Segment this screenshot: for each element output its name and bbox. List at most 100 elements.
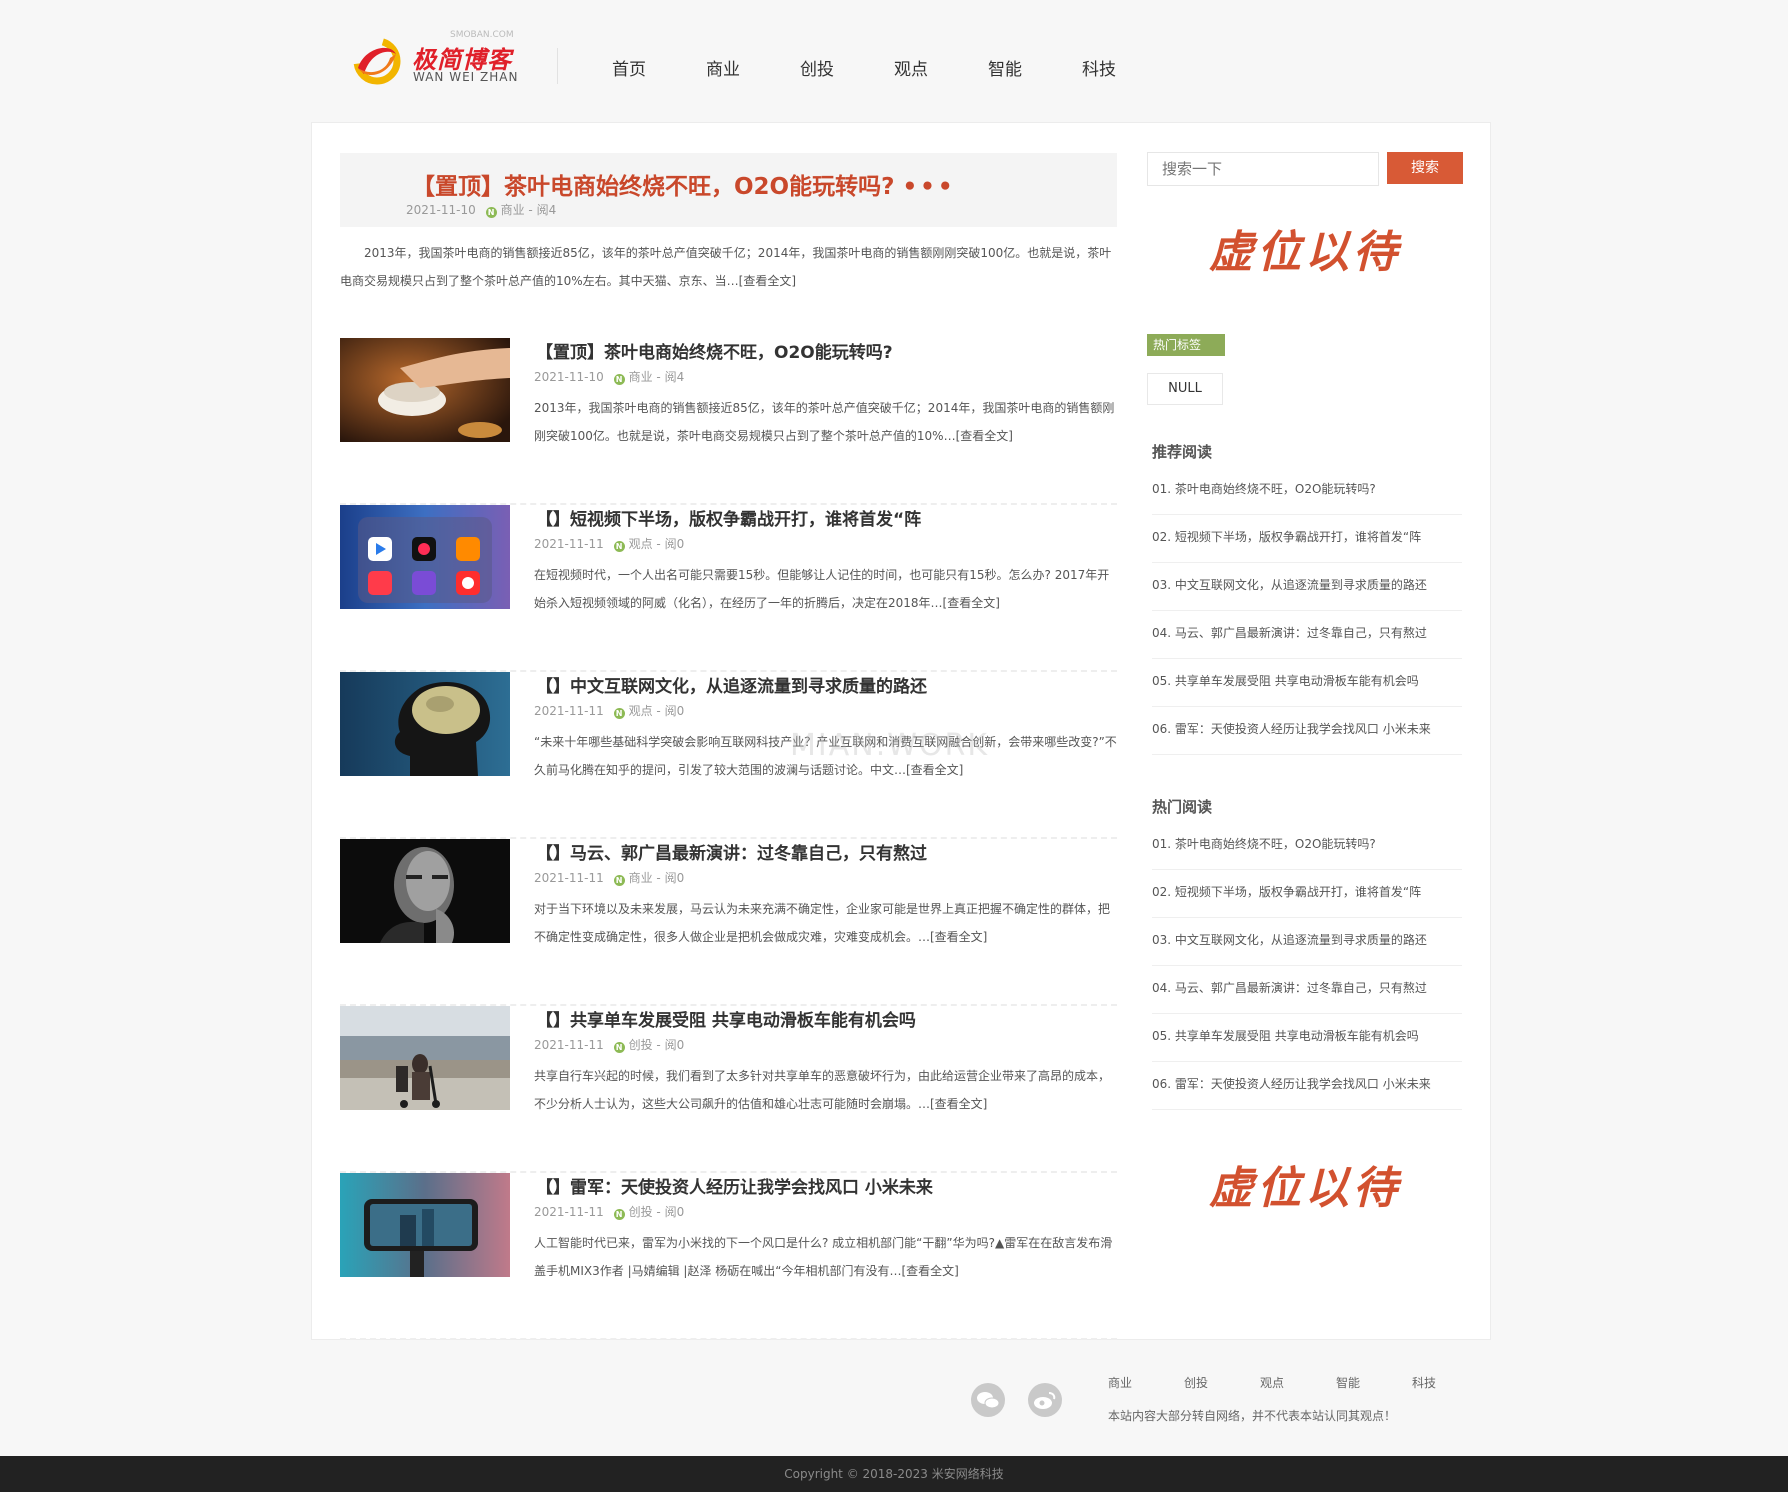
article-item: 【】共享单车发展受阻 共享电动滑板车能有机会吗 2021-11-11 N 创投 -… — [340, 1006, 1117, 1173]
popular-item[interactable]: 03. 中文互联网文化，从追逐流量到寻求质量的路还 — [1152, 918, 1462, 966]
recommended-item[interactable]: 01. 茶叶电商始终烧不旺，O2O能玩转吗? — [1152, 467, 1462, 515]
popular-list: 01. 茶叶电商始终烧不旺，O2O能玩转吗? 02. 短视频下半场，版权争霸战开… — [1152, 822, 1462, 1110]
article-date: 2021-11-11 — [534, 704, 604, 718]
popular-item[interactable]: 06. 雷军：天使投资人经历让我学会找风口 小米未来 — [1152, 1062, 1462, 1110]
meta-separator: - — [656, 370, 665, 384]
meta-separator: - — [656, 1038, 665, 1052]
nav-item-intelligence[interactable]: 智能 — [988, 55, 1082, 80]
footer-link-tech[interactable]: 科技 — [1412, 1374, 1488, 1391]
article-views: 阅0 — [664, 1205, 685, 1219]
scooter-image — [340, 1006, 510, 1110]
copyright-bar: Copyright © 2018-2023 米安网络科技 — [0, 1456, 1788, 1492]
article-title[interactable]: 【】短视频下半场，版权争霸战开打，谁将首发“阵 — [536, 505, 921, 530]
nav-item-home[interactable]: 首页 — [612, 55, 706, 80]
article-category[interactable]: 商业 — [629, 370, 653, 384]
article-views: 阅4 — [664, 370, 685, 384]
article-title[interactable]: 【】雷军：天使投资人经历让我学会找风口 小米未来 — [536, 1173, 933, 1198]
article-meta: 2021-11-11 N 观点 - 阅0 — [534, 702, 684, 719]
article-title[interactable]: 【】马云、郭广昌最新演讲：过冬靠自己，只有熬过 — [536, 839, 927, 864]
article-excerpt: 人工智能时代已来，雷军为小米找的下一个风口是什么? 成立相机部门能“干翻”华为吗… — [534, 1236, 1113, 1278]
article-category[interactable]: 观点 — [629, 704, 653, 718]
article-category[interactable]: 创投 — [629, 1205, 653, 1219]
article-meta: 2021-11-10 N 商业 - 阅4 — [534, 368, 684, 385]
article-thumbnail-scooter[interactable] — [340, 1006, 510, 1110]
recommended-item[interactable]: 05. 共享单车发展受阻 共享电动滑板车能有机会吗 — [1152, 659, 1462, 707]
weibo-icon[interactable] — [1028, 1383, 1062, 1417]
site-logo[interactable]: SMOBAN.COM 极简博客 WAN WEI ZHAN — [350, 30, 520, 90]
article-date: 2021-11-10 — [534, 370, 604, 384]
popular-item[interactable]: 01. 茶叶电商始终烧不旺，O2O能玩转吗? — [1152, 822, 1462, 870]
ad-placeholder[interactable]: 虚位以待 — [1147, 1149, 1463, 1229]
footer-link-business[interactable]: 商业 — [1108, 1374, 1184, 1391]
footer-link-venture[interactable]: 创投 — [1184, 1374, 1260, 1391]
portrait-image — [340, 839, 510, 943]
nav-item-opinion[interactable]: 观点 — [894, 55, 988, 80]
article-thumbnail-phone[interactable] — [340, 1173, 510, 1277]
search-input[interactable] — [1147, 152, 1379, 186]
search-button[interactable]: 搜索 — [1387, 152, 1463, 184]
recommended-item[interactable]: 06. 雷军：天使投资人经历让我学会找风口 小米未来 — [1152, 707, 1462, 755]
article-thumbnail-tea[interactable] — [340, 338, 510, 442]
article-meta: 2021-11-11 N 商业 - 阅0 — [534, 869, 684, 886]
pinned-category[interactable]: 商业 — [501, 203, 525, 217]
article-category[interactable]: 观点 — [629, 537, 653, 551]
article-excerpt: 2013年，我国茶叶电商的销售额接近85亿，该年的茶叶总产值突破千亿；2014年… — [534, 401, 1115, 443]
article-views: 阅0 — [664, 871, 685, 885]
logo-swirl-icon — [353, 37, 401, 85]
article-category[interactable]: 创投 — [629, 1038, 653, 1052]
category-icon: N — [613, 875, 625, 886]
meta-separator: - — [656, 871, 665, 885]
more-dots-icon: ••• — [902, 174, 956, 200]
pinned-title[interactable]: 【置顶】茶叶电商始终烧不旺，O2O能玩转吗? ••• — [412, 167, 956, 201]
article-thumbnail-portrait[interactable] — [340, 839, 510, 943]
popular-item[interactable]: 05. 共享单车发展受阻 共享电动滑板车能有机会吗 — [1152, 1014, 1462, 1062]
footer-nav: 商业 创投 观点 智能 科技 — [1108, 1374, 1488, 1391]
recommended-item[interactable]: 04. 马云、郭广昌最新演讲：过冬靠自己，只有熬过 — [1152, 611, 1462, 659]
footer-link-opinion[interactable]: 观点 — [1260, 1374, 1336, 1391]
article-item: 【】雷军：天使投资人经历让我学会找风口 小米未来 2021-11-11 N 创投 … — [340, 1173, 1117, 1340]
apps-image — [340, 505, 510, 609]
recommended-item[interactable]: 03. 中文互联网文化，从追逐流量到寻求质量的路还 — [1152, 563, 1462, 611]
article-excerpt: 在短视频时代，一个人出名可能只需要15秒。但能够让人记住的时间，也可能只有15秒… — [534, 568, 1110, 610]
article-excerpt: 共享自行车兴起的时候，我们看到了太多针对共享单车的恶意破坏行为，由此给运营企业带… — [534, 1069, 1111, 1111]
article-title[interactable]: 【置顶】茶叶电商始终烧不旺，O2O能玩转吗? — [536, 338, 893, 363]
pinned-views: 阅4 — [536, 203, 557, 217]
article-date: 2021-11-11 — [534, 1205, 604, 1219]
article-thumbnail-apps[interactable] — [340, 505, 510, 609]
logo-domain: SMOBAN.COM — [450, 30, 514, 40]
nav-item-business[interactable]: 商业 — [706, 55, 800, 80]
nav-item-venture[interactable]: 创投 — [800, 55, 894, 80]
wechat-icon[interactable] — [971, 1383, 1005, 1417]
article-meta: 2021-11-11 N 观点 - 阅0 — [534, 535, 684, 552]
category-icon: N — [613, 1209, 625, 1220]
article-date: 2021-11-11 — [534, 871, 604, 885]
tea-image — [340, 338, 510, 442]
wechat-glyph — [977, 1392, 1000, 1409]
article-title[interactable]: 【】共享单车发展受阻 共享电动滑板车能有机会吗 — [536, 1006, 916, 1031]
pinned-excerpt: 2013年，我国茶叶电商的销售额接近85亿，该年的茶叶总产值突破千亿；2014年… — [340, 246, 1112, 288]
brain-image — [340, 672, 510, 776]
nav-item-tech[interactable]: 科技 — [1082, 55, 1176, 80]
main-nav: 首页 商业 创投 观点 智能 科技 — [612, 55, 1176, 80]
footer-link-intelligence[interactable]: 智能 — [1336, 1374, 1412, 1391]
article-meta: 2021-11-11 N 创投 - 阅0 — [534, 1036, 684, 1053]
article-date: 2021-11-11 — [534, 1038, 604, 1052]
popular-item[interactable]: 02. 短视频下半场，版权争霸战开打，谁将首发“阵 — [1152, 870, 1462, 918]
article-views: 阅0 — [664, 537, 685, 551]
article-category[interactable]: 商业 — [629, 871, 653, 885]
article-thumbnail-brain[interactable] — [340, 672, 510, 776]
ad-placeholder[interactable]: 虚位以待 — [1147, 213, 1463, 293]
article-item: 【】短视频下半场，版权争霸战开打，谁将首发“阵 2021-11-11 N 观点 -… — [340, 505, 1117, 672]
pinned-date: 2021-11-10 — [406, 203, 476, 217]
category-icon: N — [485, 207, 497, 218]
article-title[interactable]: 【】中文互联网文化，从追逐流量到寻求质量的路还 — [536, 672, 927, 697]
article-excerpt: 对于当下环境以及未来发展，马云认为未来充满不确定性，企业家可能是世界上真正把握不… — [534, 902, 1111, 944]
recommended-item[interactable]: 02. 短视频下半场，版权争霸战开打，谁将首发“阵 — [1152, 515, 1462, 563]
tag-item[interactable]: NULL — [1147, 373, 1223, 405]
article-item: 【】马云、郭广昌最新演讲：过冬靠自己，只有熬过 2021-11-11 N 商业 -… — [340, 839, 1117, 1006]
category-icon: N — [613, 541, 625, 552]
pinned-title-text[interactable]: 【置顶】茶叶电商始终烧不旺，O2O能玩转吗? — [412, 174, 894, 200]
meta-separator: - — [656, 704, 665, 718]
article-views: 阅0 — [664, 704, 685, 718]
popular-item[interactable]: 04. 马云、郭广昌最新演讲：过冬靠自己，只有熬过 — [1152, 966, 1462, 1014]
